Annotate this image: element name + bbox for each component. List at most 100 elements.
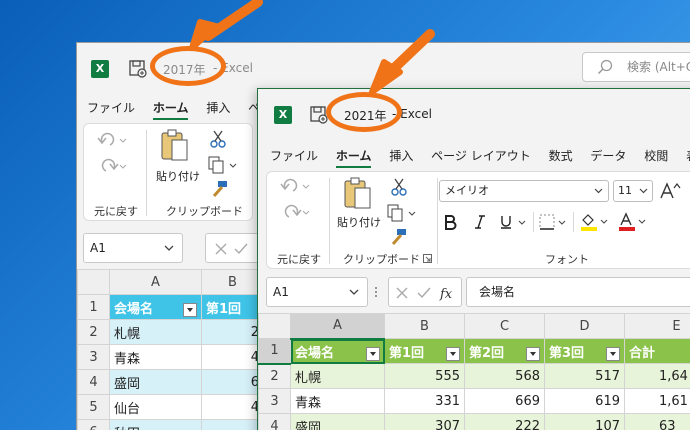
table-cell[interactable]: 2	[201, 319, 264, 345]
fx-icon[interactable]: fx	[439, 285, 457, 301]
tab-data[interactable]: データ	[590, 147, 626, 164]
table-cell[interactable]: 63	[624, 413, 690, 430]
paste-icon[interactable]	[343, 176, 373, 210]
table-cell[interactable]: 307	[384, 413, 465, 430]
confirm-icon[interactable]	[417, 286, 431, 300]
cancel-icon[interactable]	[214, 242, 228, 256]
format-painter-icon[interactable]	[210, 180, 228, 198]
corner-cell[interactable]	[258, 313, 291, 339]
filter-dropdown-icon[interactable]	[526, 346, 540, 361]
table-cell[interactable]: 秋田	[109, 419, 202, 430]
tab-insert[interactable]: 挿入	[206, 99, 230, 116]
column-header-a[interactable]: A	[290, 313, 385, 340]
tab-formulas[interactable]: 数式	[549, 147, 573, 164]
filter-dropdown-icon[interactable]	[183, 302, 197, 317]
search-input[interactable]: 検索 (Alt+Q)	[582, 52, 690, 82]
column-header-b[interactable]: B	[384, 313, 465, 339]
table-cell[interactable]: 1,61	[624, 388, 690, 414]
column-header-b[interactable]: B	[201, 269, 264, 295]
fill-color-icon[interactable]	[579, 212, 611, 232]
table-cell[interactable]: 517	[544, 363, 625, 389]
increase-font-icon[interactable]	[659, 182, 681, 200]
row-header[interactable]: 5	[77, 394, 110, 420]
copy-icon[interactable]	[208, 156, 238, 174]
table-cell[interactable]: 4	[201, 344, 264, 370]
border-icon[interactable]	[539, 214, 569, 230]
undo-icon[interactable]	[96, 130, 128, 150]
bold-icon[interactable]	[443, 214, 457, 230]
copy-icon[interactable]	[387, 204, 419, 222]
filter-dropdown-icon[interactable]	[606, 346, 620, 361]
table-cell[interactable]: 6	[201, 369, 264, 395]
tab-review[interactable]: 校閲	[644, 147, 668, 164]
table-cell[interactable]: 555	[384, 363, 465, 389]
redo-icon[interactable]	[279, 202, 311, 222]
row-header[interactable]: 4	[77, 369, 110, 395]
dialog-launcher-icon[interactable]	[423, 254, 432, 263]
table-header-cell[interactable]: 会場名	[109, 294, 202, 320]
row-header[interactable]: 3	[77, 344, 110, 370]
table-cell[interactable]: 札幌	[290, 363, 385, 389]
row-header[interactable]: 2	[77, 319, 110, 345]
table-cell[interactable]: 青森	[290, 388, 385, 414]
row-header[interactable]: 3	[258, 388, 291, 414]
column-header-e[interactable]: E	[624, 313, 690, 339]
table-cell[interactable]: 669	[464, 388, 545, 414]
table-cell[interactable]: 568	[464, 363, 545, 389]
paste-label[interactable]: 貼り付け	[156, 168, 200, 184]
save-icon[interactable]	[129, 60, 147, 78]
corner-cell[interactable]	[77, 269, 110, 295]
table-cell[interactable]: 619	[544, 388, 625, 414]
table-header-cell[interactable]: 第2回	[464, 338, 545, 364]
table-cell[interactable]: 331	[384, 388, 465, 414]
redo-icon[interactable]	[96, 156, 128, 176]
name-box[interactable]: A1	[266, 277, 368, 307]
table-header-cell[interactable]: 会場名	[290, 338, 385, 364]
underline-icon[interactable]	[499, 214, 527, 230]
table-header-cell[interactable]: 第3回	[544, 338, 625, 364]
tab-insert[interactable]: 挿入	[389, 147, 413, 164]
filter-dropdown-icon[interactable]	[446, 346, 460, 361]
tab-page-layout[interactable]: ページ レイアウト	[431, 147, 531, 164]
format-painter-icon[interactable]	[389, 228, 407, 246]
formula-bar-grip-icon[interactable]	[374, 285, 378, 299]
table-cell[interactable]: 盛岡	[290, 413, 385, 430]
tab-home[interactable]: ホーム	[335, 147, 372, 168]
cut-icon[interactable]	[391, 178, 407, 196]
tab-view[interactable]: 表示	[686, 147, 690, 164]
filter-dropdown-icon[interactable]	[366, 346, 380, 361]
table-header-cell[interactable]: 合計	[624, 338, 690, 364]
table-cell[interactable]	[201, 419, 264, 430]
table-cell[interactable]: 札幌	[109, 319, 202, 345]
font-color-icon[interactable]	[617, 212, 649, 232]
table-header-cell[interactable]: 第1回	[201, 294, 264, 320]
cut-icon[interactable]	[210, 130, 226, 148]
font-size-select[interactable]: 11	[613, 180, 653, 202]
italic-icon[interactable]	[473, 214, 487, 230]
worksheet-grid-2021[interactable]: A B C D E 1 会場名 第1回 第2回 第3回 合計 2 札幌 555 …	[258, 313, 690, 430]
table-cell[interactable]: 4	[201, 394, 264, 420]
tab-file[interactable]: ファイル	[87, 99, 135, 116]
tab-file[interactable]: ファイル	[270, 147, 318, 164]
column-header-d[interactable]: D	[544, 313, 625, 339]
table-cell[interactable]: 222	[464, 413, 545, 430]
table-cell[interactable]: 107	[544, 413, 625, 430]
table-cell[interactable]: 盛岡	[109, 369, 202, 395]
tab-home[interactable]: ホーム	[152, 99, 189, 120]
table-header-cell[interactable]: 第1回	[384, 338, 465, 364]
column-header-c[interactable]: C	[464, 313, 545, 339]
cancel-icon[interactable]	[395, 286, 409, 300]
column-header-a[interactable]: A	[109, 269, 202, 295]
paste-icon[interactable]	[160, 128, 190, 162]
table-cell[interactable]: 青森	[109, 344, 202, 370]
row-header[interactable]: 6	[77, 419, 110, 430]
formula-input[interactable]: 会場名	[466, 277, 690, 307]
table-cell[interactable]: 仙台	[109, 394, 202, 420]
undo-icon[interactable]	[279, 176, 311, 196]
table-cell[interactable]: 1,64	[624, 363, 690, 389]
row-header[interactable]: 1	[77, 294, 110, 320]
worksheet-grid-2017[interactable]: A B 1 会場名 第1回 2 札幌 2 3 青森 4 4 盛岡 6 5 仙台 …	[77, 269, 264, 430]
name-box[interactable]: A1	[83, 233, 183, 263]
confirm-icon[interactable]	[234, 242, 248, 256]
font-name-select[interactable]: メイリオ	[439, 180, 609, 202]
